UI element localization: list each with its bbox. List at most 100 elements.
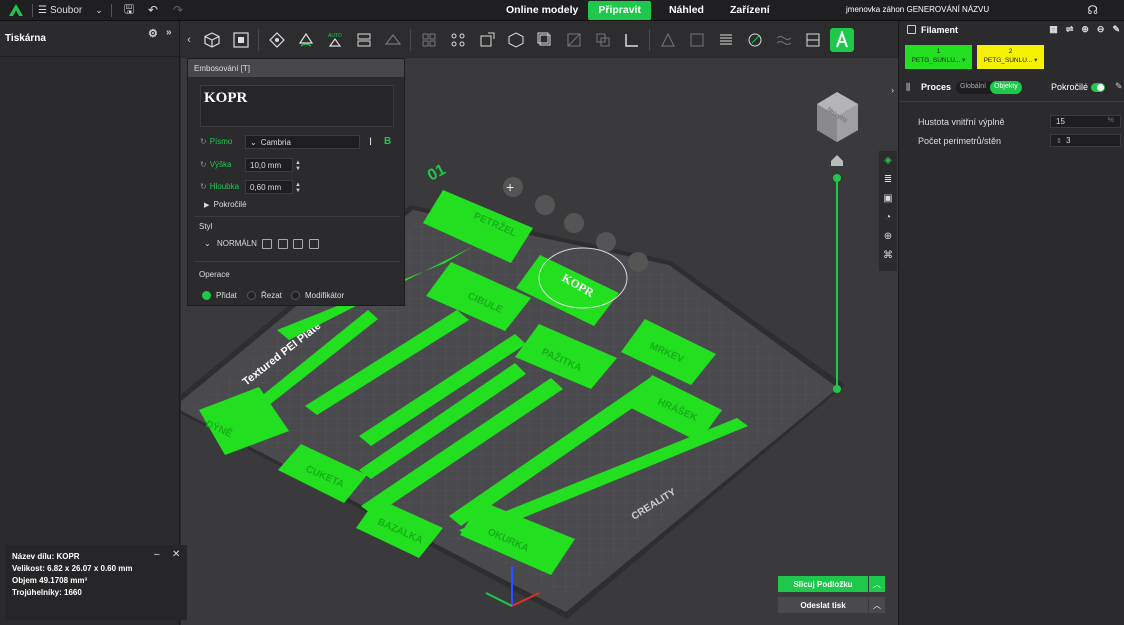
- view-cube[interactable]: Nejvyšší: [817, 92, 858, 142]
- filament-chip-2[interactable]: 2 PETG_SUNLU... ▾: [977, 45, 1044, 69]
- orient-icon[interactable]: [294, 28, 318, 52]
- stepper-icon[interactable]: ▲ ▼: [295, 160, 301, 172]
- split-icon[interactable]: [446, 28, 470, 52]
- speed-icon[interactable]: ◔: [879, 208, 897, 227]
- headset-icon[interactable]: ☊: [1087, 3, 1098, 17]
- collapse-icon[interactable]: »: [166, 27, 172, 38]
- arrange-icon[interactable]: [265, 28, 289, 52]
- home-icon[interactable]: [831, 155, 843, 166]
- assembly-view-icon[interactable]: ◈: [879, 151, 897, 170]
- reset-icon[interactable]: ↻: [200, 137, 207, 146]
- measure-icon[interactable]: [620, 28, 644, 52]
- add-icon[interactable]: ⊕: [1081, 24, 1089, 35]
- add-plate-icon[interactable]: [229, 28, 253, 52]
- advanced-label: Pokročilé: [1051, 82, 1089, 92]
- undo-icon[interactable]: ↶: [146, 3, 160, 17]
- tab-prepare[interactable]: Připravit: [588, 1, 651, 20]
- remove-style-icon[interactable]: [309, 239, 319, 249]
- assembly-icon[interactable]: [801, 28, 825, 52]
- stepper-icon[interactable]: ⇕: [1056, 138, 1062, 145]
- clover-icon[interactable]: ⌘: [879, 246, 897, 265]
- 3d-viewport[interactable]: ‹ AUTO 01 Textured PEI Plate CREALITY + …: [181, 21, 898, 625]
- caret-right-icon: ▶: [204, 202, 210, 209]
- seam-paint-icon[interactable]: [656, 28, 680, 52]
- layer-view-icon[interactable]: ≣: [879, 170, 897, 189]
- gear-icon[interactable]: ⚙: [148, 27, 158, 40]
- slice-dropdown-icon[interactable]: ︿: [869, 576, 885, 592]
- cut-icon[interactable]: [562, 28, 586, 52]
- radio-modifier[interactable]: [291, 291, 300, 300]
- grid-icon[interactable]: [417, 28, 441, 52]
- scope-switch[interactable]: Globální Objekty: [956, 81, 1022, 94]
- lock-icon[interactable]: [596, 232, 616, 252]
- fuzzy-skin-icon[interactable]: [772, 28, 796, 52]
- scope-objects[interactable]: Objekty: [990, 81, 1022, 94]
- edit-icon[interactable]: ✎: [1115, 81, 1123, 92]
- save-style-icon[interactable]: [278, 239, 288, 249]
- edit-style-icon[interactable]: [262, 239, 272, 249]
- scale-icon[interactable]: [475, 28, 499, 52]
- chevron-left-icon[interactable]: ‹: [181, 34, 197, 46]
- auto-orient-icon[interactable]: AUTO: [323, 28, 347, 52]
- cube-move-icon[interactable]: [504, 28, 528, 52]
- remove-icon[interactable]: ⊖: [1097, 24, 1105, 35]
- save-icon[interactable]: 🖫: [122, 2, 136, 17]
- style-select[interactable]: ⌄ NORMÁLN: [204, 239, 257, 248]
- project-title: jmenovka záhon GENEROVÁNÍ NÁZVU: [846, 5, 990, 14]
- depth-label: Hloubka: [209, 182, 240, 191]
- filament-tools: ▦ ⇌ ⊕ ⊖ ✎: [1049, 24, 1120, 35]
- slice-plate-button[interactable]: Slicuj Podložku: [778, 576, 868, 592]
- filament-settings-icon[interactable]: ▦: [1049, 24, 1058, 35]
- op-cut-label: Řezat: [261, 291, 282, 300]
- sync-icon[interactable]: ⇌: [1066, 24, 1074, 35]
- filament-chip-1[interactable]: 1 PETG_SUNLU... ▾: [905, 45, 972, 69]
- depth-input[interactable]: 0,60 mm: [245, 180, 293, 194]
- layers-icon[interactable]: [714, 28, 738, 52]
- advanced-toggle[interactable]: ▶ Pokročilé: [204, 200, 247, 209]
- tab-preview[interactable]: Náhled: [659, 1, 714, 20]
- lay-on-face-icon[interactable]: [352, 28, 376, 52]
- paint-icon[interactable]: [685, 28, 709, 52]
- orient-plate-icon[interactable]: [564, 213, 584, 233]
- height-input[interactable]: 10,0 mm: [245, 158, 293, 172]
- rotate-icon[interactable]: [533, 28, 557, 52]
- layer-slider[interactable]: [833, 174, 841, 393]
- add-object-icon[interactable]: [200, 28, 224, 52]
- close-icon[interactable]: ✕: [172, 549, 180, 560]
- infill-density-input[interactable]: 15 %: [1050, 115, 1121, 128]
- divider: [194, 216, 400, 217]
- boolean-icon[interactable]: [591, 28, 615, 52]
- minimize-icon[interactable]: –: [154, 549, 160, 560]
- advanced-toggle[interactable]: [1091, 83, 1105, 92]
- target-icon[interactable]: ⊕: [879, 227, 897, 246]
- scope-global[interactable]: Globální: [956, 81, 990, 94]
- edit-icon[interactable]: ✎: [1112, 24, 1120, 35]
- send-print-button[interactable]: Odeslat tisk: [778, 597, 868, 613]
- file-menu[interactable]: ☰ Soubor ⌄: [38, 3, 103, 18]
- wall-loops-input[interactable]: ⇕ 3: [1050, 134, 1121, 147]
- radio-add[interactable]: [202, 291, 211, 300]
- add-style-icon[interactable]: [293, 239, 303, 249]
- emboss-text-input[interactable]: KOPR: [200, 85, 394, 127]
- chevron-right-icon[interactable]: ›: [891, 85, 894, 95]
- hamburger-icon: ☰: [38, 5, 47, 16]
- text-emboss-icon[interactable]: [829, 27, 854, 52]
- settings-plate-icon[interactable]: [628, 252, 648, 272]
- tab-online-models[interactable]: Online modely: [496, 1, 588, 20]
- arrange-plate-icon[interactable]: [535, 195, 555, 215]
- font-select[interactable]: ⌄ Cambria: [245, 135, 360, 149]
- send-dropdown-icon[interactable]: ︿: [869, 597, 885, 613]
- reset-icon[interactable]: ↻: [200, 160, 207, 169]
- radio-cut[interactable]: [247, 291, 256, 300]
- chevron-down-icon: ⌄: [95, 5, 103, 15]
- reset-icon[interactable]: ↻: [200, 182, 207, 191]
- color-paint-icon[interactable]: [743, 28, 767, 52]
- tab-device[interactable]: Zařízení: [720, 1, 780, 20]
- box-icon[interactable]: ▣: [879, 189, 897, 208]
- wall-loops-value: 3: [1066, 136, 1071, 145]
- italic-icon[interactable]: I: [369, 136, 372, 148]
- support-paint-icon[interactable]: [381, 28, 405, 52]
- redo-icon[interactable]: ↷: [171, 3, 185, 17]
- stepper-icon[interactable]: ▲ ▼: [295, 182, 301, 194]
- bold-icon[interactable]: B: [384, 136, 391, 147]
